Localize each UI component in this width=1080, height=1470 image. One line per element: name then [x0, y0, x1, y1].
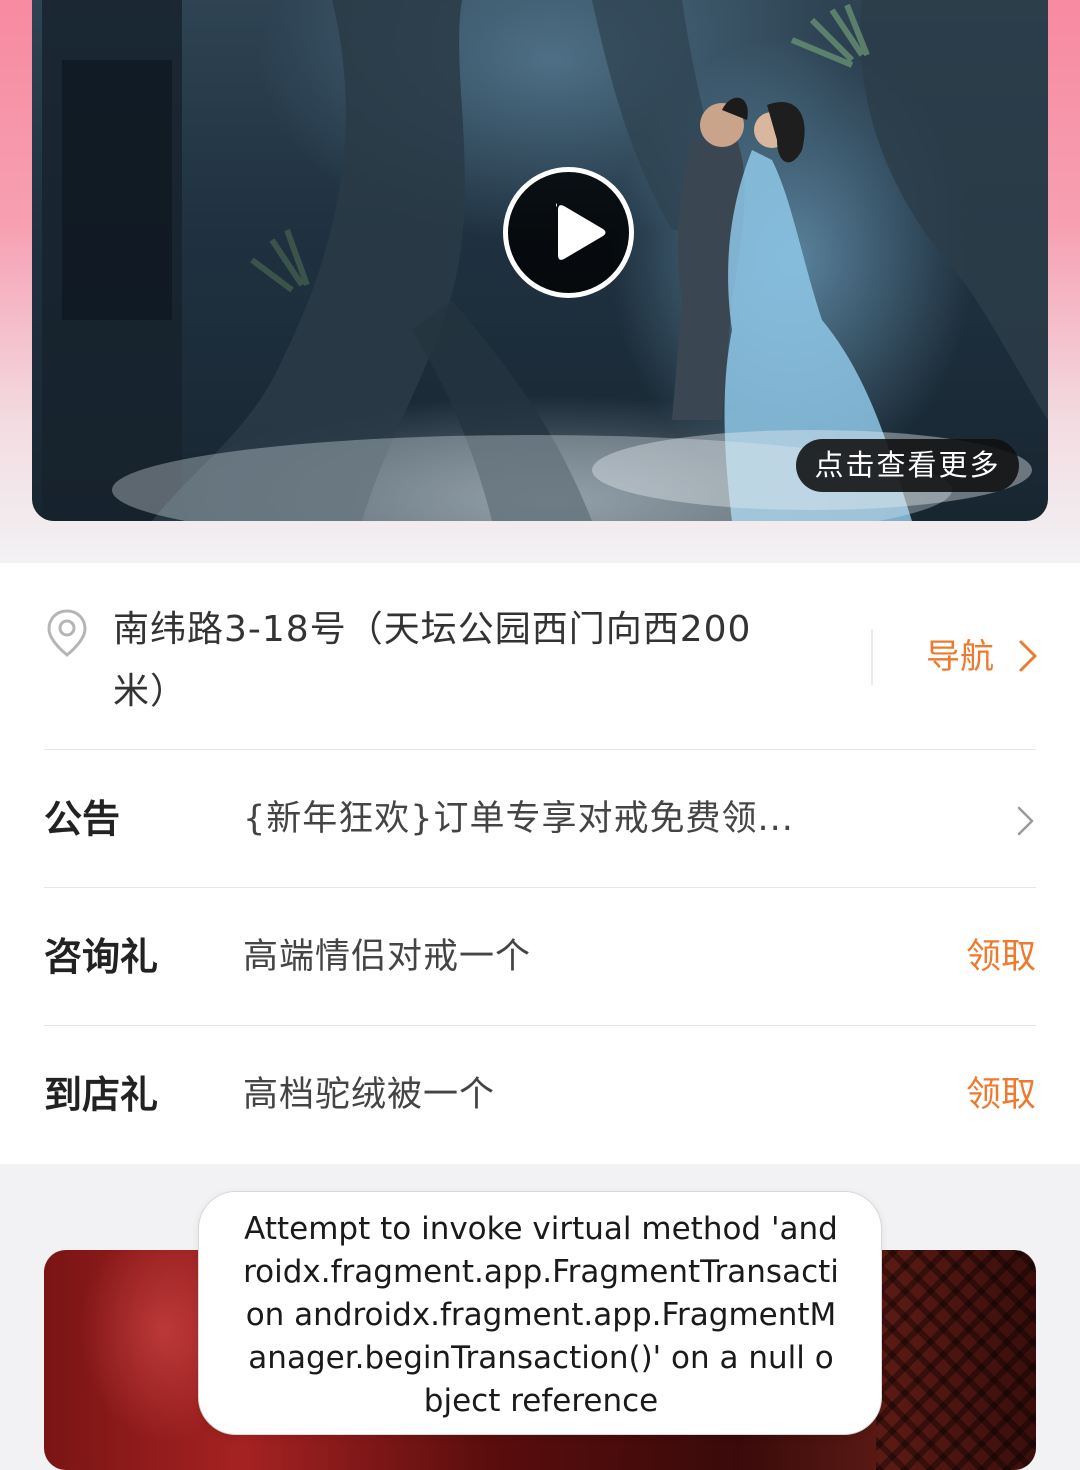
- store-info-panel: 南纬路3-18号（天坛公园西门向西200米） 导航 公告 {新年狂欢}订单专享对…: [0, 563, 1080, 1164]
- error-toast: Attempt to invoke virtual method 'androi…: [198, 1191, 882, 1435]
- address-divider: [871, 629, 873, 685]
- announcement-label: 公告: [44, 797, 121, 841]
- address-row: 南纬路3-18号（天坛公园西门向西200米） 导航: [0, 563, 1080, 749]
- navigate-button[interactable]: 导航: [926, 635, 1037, 679]
- claim-store-visit-gift-button[interactable]: 领取: [966, 1026, 1036, 1164]
- play-button[interactable]: [503, 167, 634, 298]
- consult-gift-text: 高端情侣对戒一个: [243, 937, 532, 977]
- view-more-button[interactable]: 点击查看更多: [796, 439, 1019, 492]
- location-pin-icon: [47, 609, 87, 657]
- consult-gift-row: 咨询礼 高端情侣对戒一个 领取: [44, 887, 1036, 1025]
- consult-gift-label: 咨询礼: [44, 935, 159, 979]
- claim-consult-gift-button[interactable]: 领取: [966, 888, 1036, 1026]
- announcement-text: {新年狂欢}订单专享对戒免费领...: [243, 799, 794, 839]
- navigate-label: 导航: [926, 637, 994, 677]
- announcement-row[interactable]: 公告 {新年狂欢}订单专享对戒免费领...: [44, 749, 1036, 887]
- store-video-card[interactable]: 点击查看更多: [32, 0, 1048, 521]
- chevron-right-icon: [1019, 640, 1037, 672]
- play-icon: [556, 203, 606, 260]
- store-address: 南纬路3-18号（天坛公园西门向西200米）: [113, 609, 752, 712]
- store-visit-gift-row: 到店礼 高档驼绒被一个 领取: [44, 1025, 1036, 1163]
- error-toast-message: Attempt to invoke virtual method 'androi…: [243, 1211, 839, 1419]
- chevron-right-icon: [1017, 806, 1034, 836]
- lattice-decoration: [876, 1250, 1036, 1470]
- store-visit-gift-text: 高档驼绒被一个: [243, 1075, 496, 1115]
- store-visit-gift-label: 到店礼: [44, 1073, 159, 1117]
